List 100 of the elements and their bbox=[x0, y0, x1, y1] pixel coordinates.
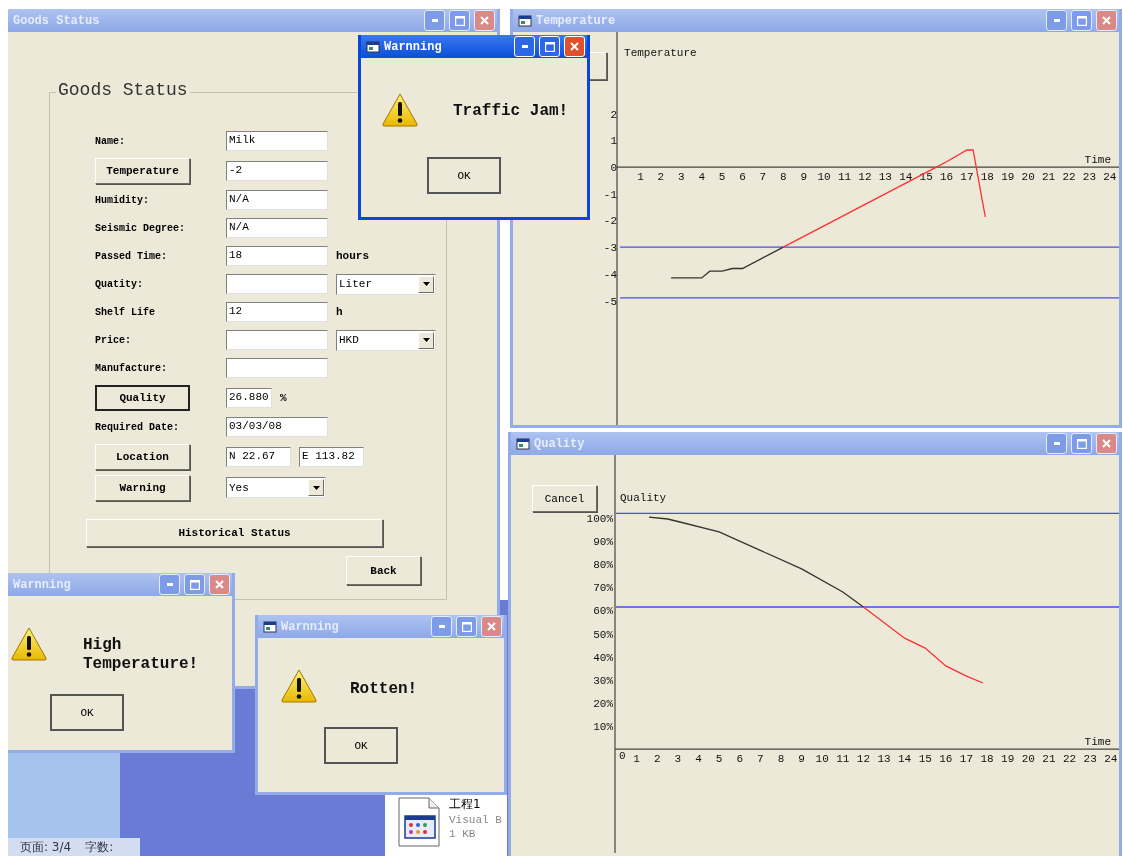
dropdown-field[interactable]: HKD bbox=[336, 329, 436, 351]
maximize-button[interactable] bbox=[449, 10, 470, 31]
window-icon bbox=[516, 437, 530, 450]
minimize-button[interactable] bbox=[431, 616, 452, 637]
tick-label: 11 bbox=[836, 753, 850, 766]
tick-label: 80% bbox=[593, 559, 614, 572]
minimize-button[interactable] bbox=[424, 10, 445, 31]
maximize-button[interactable] bbox=[456, 616, 477, 637]
minimize-icon bbox=[438, 625, 445, 628]
caret-icon bbox=[422, 282, 430, 286]
input-field[interactable]: N/A bbox=[226, 190, 328, 210]
tick-label: 6 bbox=[739, 171, 746, 184]
window-title: Quality bbox=[534, 436, 585, 451]
tick-label: 1 bbox=[637, 171, 644, 184]
minimize-icon bbox=[521, 45, 528, 48]
input-field[interactable] bbox=[226, 358, 328, 378]
field-label: Quatity: bbox=[95, 278, 144, 290]
file-icon bbox=[397, 796, 441, 848]
caret-icon bbox=[312, 485, 320, 490]
tick-label: 4 bbox=[698, 171, 705, 184]
tick-label: 12 bbox=[858, 171, 872, 184]
back-button[interactable]: Back bbox=[346, 556, 421, 585]
input-field[interactable] bbox=[226, 274, 328, 294]
tick-label: 18 bbox=[980, 171, 994, 184]
tick-label: 23 bbox=[1082, 171, 1096, 184]
close-icon bbox=[1102, 16, 1111, 25]
input-field[interactable]: 03/03/08 bbox=[226, 417, 328, 437]
maximize-button[interactable] bbox=[1071, 433, 1092, 454]
tick-label: 20 bbox=[1021, 171, 1035, 184]
maximize-icon bbox=[1076, 15, 1087, 26]
maximize-icon bbox=[189, 579, 200, 590]
maximize-button[interactable] bbox=[1071, 10, 1092, 31]
tick-label: -3 bbox=[603, 242, 618, 255]
tick-label: 10% bbox=[593, 720, 614, 733]
input-field[interactable] bbox=[226, 330, 328, 350]
input-field[interactable]: 12 bbox=[226, 302, 328, 322]
close-button[interactable] bbox=[1096, 433, 1117, 454]
input-field[interactable]: N 22.67 bbox=[226, 446, 291, 467]
input-field[interactable]: -2 bbox=[226, 160, 328, 181]
field-label: Name: bbox=[95, 135, 126, 147]
tick-label: 3 bbox=[678, 171, 685, 184]
tick-label: -5 bbox=[603, 295, 618, 308]
file-type: Visual B bbox=[449, 813, 502, 827]
tick-label: 6 bbox=[736, 753, 743, 766]
form-button[interactable]: Location bbox=[95, 443, 190, 470]
axis-label: Time bbox=[1084, 154, 1111, 167]
minimize-button[interactable] bbox=[159, 574, 180, 595]
tick-label: 60% bbox=[593, 605, 614, 618]
tick-label: 5 bbox=[718, 171, 726, 184]
input-field[interactable]: Milk bbox=[226, 131, 328, 151]
maximize-button[interactable] bbox=[184, 574, 205, 595]
ok-button[interactable]: OK bbox=[427, 157, 501, 194]
tick-label: 70% bbox=[593, 582, 614, 595]
tick-label: 17 bbox=[959, 753, 974, 766]
input-field[interactable]: 26.880 bbox=[226, 387, 272, 408]
file-size: 1 KB bbox=[449, 827, 477, 841]
cancel-button[interactable]: Cancel bbox=[532, 485, 597, 512]
close-button[interactable] bbox=[1096, 10, 1117, 31]
dropdown-field[interactable]: Liter bbox=[336, 273, 436, 295]
ok-button[interactable]: OK bbox=[50, 694, 124, 731]
input-field[interactable]: E 113.82 bbox=[299, 446, 364, 467]
input-field[interactable]: 18 bbox=[226, 246, 328, 266]
ok-button[interactable]: OK bbox=[324, 727, 398, 764]
tick-label: 50% bbox=[593, 628, 614, 641]
input-field[interactable]: N/A bbox=[226, 218, 328, 238]
close-button[interactable] bbox=[474, 10, 495, 31]
tick-label: 9 bbox=[798, 753, 805, 766]
minimize-icon bbox=[1053, 19, 1060, 22]
field-label: Seismic Degree: bbox=[95, 222, 186, 234]
history-button[interactable]: Historical Status bbox=[86, 519, 383, 547]
window-title: Warnning bbox=[13, 577, 71, 592]
minimize-icon bbox=[166, 583, 173, 586]
close-button[interactable] bbox=[209, 574, 230, 595]
tick-label: 4 bbox=[695, 753, 702, 766]
warning-message: Traffic Jam! bbox=[453, 102, 569, 121]
tick-label: 23 bbox=[1083, 753, 1097, 766]
tick-label: 15 bbox=[919, 171, 933, 184]
tick-label: 2 bbox=[657, 171, 665, 184]
form-button[interactable]: Warning bbox=[95, 474, 190, 501]
minimize-button[interactable] bbox=[1046, 10, 1067, 31]
status-text: 字数: bbox=[85, 838, 114, 856]
close-button[interactable] bbox=[481, 616, 502, 637]
close-icon bbox=[570, 42, 579, 51]
minimize-button[interactable] bbox=[1046, 433, 1067, 454]
tick-label: 8 bbox=[780, 171, 787, 184]
close-icon bbox=[215, 580, 224, 589]
tick-label: 21 bbox=[1042, 753, 1056, 766]
close-icon bbox=[487, 622, 496, 631]
tick-label: 20 bbox=[1021, 753, 1035, 766]
tick-label: 10 bbox=[817, 171, 831, 184]
form-button[interactable]: Quality bbox=[95, 384, 190, 411]
minimize-icon bbox=[431, 19, 438, 22]
warning-icon bbox=[10, 626, 48, 661]
tick-label: -2 bbox=[603, 215, 618, 228]
dropdown-field[interactable]: Yes bbox=[226, 477, 326, 498]
tick-label: 40% bbox=[593, 651, 614, 664]
form-button[interactable]: Temperature bbox=[95, 157, 190, 184]
tick-label: 10 bbox=[815, 753, 829, 766]
tick-label: 16 bbox=[939, 753, 953, 766]
window-title: Warnning bbox=[384, 39, 442, 54]
